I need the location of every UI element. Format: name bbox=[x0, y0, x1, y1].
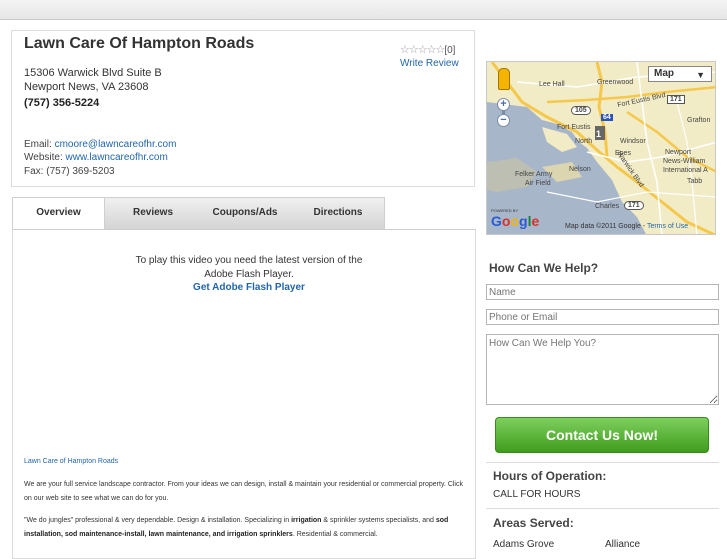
map-label-air-field: Air Field bbox=[525, 180, 551, 187]
flash-message: To play this video you need the latest v… bbox=[13, 254, 485, 282]
desc-text: . Residential & commercial. bbox=[292, 531, 378, 538]
star-icon[interactable]: ☆☆☆☆☆ bbox=[400, 44, 445, 56]
dropdown-arrow-icon: ▼ bbox=[696, 70, 705, 80]
divider bbox=[486, 462, 719, 463]
google-logo: Google bbox=[491, 213, 540, 229]
areas-title: Areas Served: bbox=[493, 516, 574, 530]
business-name: Lawn Care Of Hampton Roads bbox=[24, 35, 255, 52]
tab-overview[interactable]: Overview bbox=[13, 198, 105, 230]
hours-title: Hours of Operation: bbox=[493, 469, 607, 483]
contact-us-button[interactable]: Contact Us Now! bbox=[495, 417, 709, 453]
phone-number: (757) 356-5224 bbox=[24, 97, 100, 109]
flash-message-line-1: To play this video you need the latest v… bbox=[135, 255, 363, 266]
message-textarea[interactable] bbox=[486, 334, 719, 405]
map-marker[interactable]: 1 bbox=[596, 129, 601, 139]
zoom-in-button[interactable]: + bbox=[497, 98, 510, 111]
zoom-out-button[interactable]: − bbox=[497, 114, 510, 127]
business-card: Lawn Care Of Hampton Roads ☆☆☆☆☆[0] Writ… bbox=[11, 30, 475, 187]
email-link[interactable]: cmoore@lawncareofhr.com bbox=[55, 139, 177, 150]
map-label-lee-hall: Lee Hall bbox=[539, 81, 565, 88]
review-count: [0] bbox=[444, 45, 456, 56]
website-row: Website: www.lawncareofhr.com bbox=[24, 152, 168, 163]
map-attribution: Map data ©2011 Google - Terms of Use bbox=[565, 223, 688, 230]
interstate-shield-64: 64 bbox=[601, 114, 613, 121]
map-label-greenwood: Greenwood bbox=[597, 79, 634, 86]
map-label-felker-army: Felker Army bbox=[515, 171, 553, 178]
description-paragraph-1: We are your full service landscape contr… bbox=[24, 481, 463, 502]
name-input[interactable] bbox=[486, 284, 719, 300]
tab-reviews[interactable]: Reviews bbox=[106, 198, 200, 230]
route-shield-105: 105 bbox=[571, 106, 591, 115]
map-label-north: North bbox=[575, 138, 593, 145]
map-type-label: Map bbox=[654, 68, 674, 79]
pegman-icon[interactable] bbox=[498, 68, 510, 90]
irrigation-link[interactable]: irrigation bbox=[291, 517, 321, 524]
address-line-1: 15306 Warwick Blvd Suite B bbox=[24, 67, 162, 79]
map-label-fort-eustis: Fort Eustis bbox=[557, 124, 591, 131]
desc-text: "We do jungles" professional & very depe… bbox=[24, 517, 292, 524]
top-bar bbox=[0, 0, 727, 20]
terms-of-use-link[interactable]: Terms of Use bbox=[647, 223, 688, 230]
map-label-newport: Newport bbox=[665, 149, 692, 156]
hours-value: CALL FOR HOURS bbox=[493, 489, 581, 500]
website-link[interactable]: www.lawncareofhr.com bbox=[66, 152, 168, 163]
irrigation-link[interactable]: irrigation bbox=[227, 531, 257, 538]
description-title[interactable]: Lawn Care of Hampton Roads bbox=[24, 458, 118, 465]
map-label-news-william: News-William bbox=[663, 158, 706, 165]
map-label-windsor: Windsor bbox=[620, 138, 646, 145]
map-label-charles: Charles bbox=[595, 203, 620, 210]
fax-label: Fax: bbox=[24, 166, 44, 177]
get-flash-player-link[interactable]: Get Adobe Flash Player bbox=[13, 282, 485, 293]
desc-text: & sprinkler systems specialists, and bbox=[321, 517, 436, 524]
map-label-international: International A bbox=[663, 167, 708, 174]
address-line-2: Newport News, VA 23608 bbox=[24, 81, 149, 93]
tab-coupons-ads[interactable]: Coupons/Ads bbox=[200, 198, 290, 230]
divider bbox=[486, 508, 719, 509]
phone-or-email-input[interactable] bbox=[486, 309, 719, 325]
map-label-grafton: Grafton bbox=[687, 117, 711, 124]
star-rating[interactable]: ☆☆☆☆☆[0] bbox=[400, 43, 455, 56]
map-label-tabb: Tabb bbox=[687, 178, 703, 185]
description-paragraph-2: "We do jungles" professional & very depe… bbox=[24, 514, 469, 542]
email-label: Email: bbox=[24, 139, 52, 150]
overview-panel: To play this video you need the latest v… bbox=[12, 229, 476, 559]
write-review-link[interactable]: Write Review bbox=[400, 58, 459, 69]
flash-message-line-2: Adobe Flash Player. bbox=[204, 269, 294, 280]
map-type-select[interactable]: Map ▼ bbox=[648, 66, 712, 82]
map-label-nelson: Nelson bbox=[569, 166, 591, 173]
attribution-text: Map data ©2011 Google - bbox=[565, 223, 647, 230]
email-row: Email: cmoore@lawncareofhr.com bbox=[24, 139, 176, 150]
help-title: How Can We Help? bbox=[489, 261, 599, 275]
desc-bold-text: sprinklers bbox=[257, 531, 293, 538]
map-widget[interactable]: Lee Hall Greenwood Fort Eustis Blvd Fort… bbox=[486, 61, 716, 235]
tab-bar: Overview Reviews Coupons/Ads Directions bbox=[12, 197, 385, 230]
fax-number: (757) 369-5203 bbox=[46, 166, 115, 177]
website-label: Website: bbox=[24, 152, 63, 163]
route-shield-171-south: 171 bbox=[624, 201, 644, 210]
tab-directions[interactable]: Directions bbox=[290, 198, 386, 230]
fax-row: Fax: (757) 369-5203 bbox=[24, 166, 115, 177]
route-shield-171: 171 bbox=[667, 95, 685, 104]
